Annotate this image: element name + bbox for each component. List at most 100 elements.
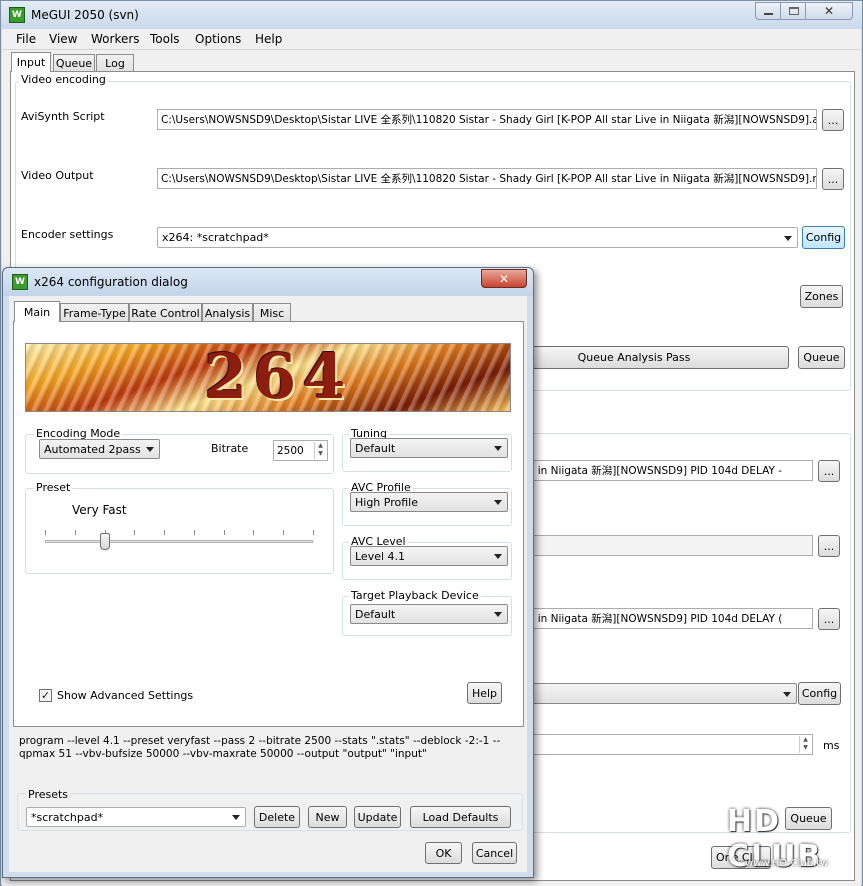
slider-thumb[interactable] — [99, 533, 110, 550]
chevron-down-icon — [494, 612, 502, 617]
maximize-button[interactable] — [780, 2, 806, 20]
slider-ticks — [43, 530, 315, 536]
menu-view[interactable]: View — [49, 32, 77, 46]
target-device-select[interactable]: Default — [350, 604, 508, 624]
menu-workers[interactable]: Workers — [91, 32, 140, 46]
bitrate-value: 2500 — [277, 444, 304, 457]
video-output-label: Video Output — [21, 169, 94, 182]
avisynth-browse-button[interactable]: ... — [822, 109, 844, 131]
avc-level-select[interactable]: Level 4.1 — [350, 546, 508, 566]
tab-log[interactable]: Log — [96, 54, 134, 72]
preset-update-button[interactable]: Update — [354, 806, 401, 828]
encoding-mode-value: Automated 2pass — [44, 442, 141, 456]
chevron-down-icon — [146, 447, 154, 452]
audio-output-browse-button[interactable]: ... — [818, 535, 840, 557]
dialog-close-button[interactable]: ✕ — [481, 269, 527, 288]
video-output-browse-button[interactable]: ... — [822, 168, 844, 190]
cancel-button[interactable]: Cancel — [472, 842, 517, 864]
audio-track2-browse-button[interactable]: ... — [818, 608, 840, 630]
x264-dialog: W x264 configuration dialog ✕ Main Frame… — [2, 267, 534, 878]
menu-help[interactable]: Help — [255, 32, 282, 46]
video-output-input[interactable]: C:\Users\NOWSNSD9\Desktop\Sistar LIVE 全系… — [157, 168, 817, 189]
encoder-config-button[interactable]: Config — [802, 226, 845, 249]
slider-tick — [45, 530, 46, 535]
help-button[interactable]: Help — [467, 682, 502, 704]
video-queue-button[interactable]: Queue — [798, 346, 845, 369]
target-device-title: Target Playback Device — [349, 589, 481, 602]
spin-arrows-icon[interactable]: ▲ ▼ — [314, 442, 326, 459]
preset-value-label: Very Fast — [72, 503, 127, 517]
presets-value: *scratchpad* — [31, 810, 104, 824]
encoder-settings-label: Encoder settings — [21, 228, 114, 241]
chevron-down-icon — [494, 500, 502, 505]
spin-arrows-icon[interactable]: ▲ ▼ — [799, 736, 811, 753]
minimize-button[interactable] — [755, 2, 781, 20]
x264-banner: 264 — [25, 343, 511, 412]
window-title: MeGUI 2050 (svn) — [31, 8, 139, 22]
dialog-tab-analysis[interactable]: Analysis — [202, 303, 253, 322]
preset-new-button[interactable]: New — [308, 806, 347, 828]
presets-select[interactable]: *scratchpad* — [26, 807, 246, 827]
bitrate-input[interactable]: 2500 ▲ ▼ — [273, 440, 328, 461]
tuning-select[interactable]: Default — [350, 438, 508, 458]
banner-text: 264 — [204, 343, 352, 412]
title-bar: W MeGUI 2050 (svn) ✕ — [1, 1, 862, 29]
commandline-text: program --level 4.1 --preset veryfast --… — [19, 735, 501, 760]
encoder-settings-select[interactable]: x264: *scratchpad* — [157, 227, 798, 248]
maximize-icon — [789, 7, 799, 15]
hdclub-watermark-logo: HD CLUB www.HD-Club.tw — [715, 798, 855, 878]
slider-tick — [223, 530, 225, 535]
watermark-url: www.HD-Club.tw — [745, 858, 829, 869]
dialog-tab-rate-control[interactable]: Rate Control — [129, 303, 202, 322]
dialog-title-bar: W x264 configuration dialog ✕ — [3, 268, 533, 296]
avc-level-value: Level 4.1 — [355, 549, 406, 563]
dialog-tab-misc[interactable]: Misc — [253, 303, 291, 322]
target-device-value: Default — [355, 607, 396, 621]
show-advanced-checkbox[interactable]: ✓ — [39, 689, 52, 702]
show-advanced-label[interactable]: Show Advanced Settings — [57, 689, 193, 702]
menu-tools[interactable]: Tools — [150, 32, 180, 46]
chevron-down-icon — [783, 691, 791, 697]
slider-tick — [134, 530, 136, 535]
checkmark-icon: ✓ — [40, 689, 51, 702]
close-icon: ✕ — [823, 4, 835, 18]
preset-title: Preset — [34, 481, 73, 494]
dialog-tab-main[interactable]: Main — [14, 301, 60, 322]
menu-file[interactable]: File — [16, 32, 36, 46]
slider-tick — [164, 530, 166, 535]
menu-options[interactable]: Options — [195, 32, 241, 46]
tab-input[interactable]: Input — [11, 52, 51, 72]
video-encoding-title: Video encoding — [19, 73, 108, 86]
slider-tick — [283, 530, 285, 535]
tuning-value: Default — [355, 441, 396, 455]
zones-button[interactable]: Zones — [800, 285, 843, 308]
app-icon: W — [9, 7, 25, 23]
dialog-icon: W — [12, 274, 28, 290]
bitrate-label: Bitrate — [211, 442, 249, 455]
close-icon: ✕ — [498, 271, 510, 286]
dialog-tab-frame-type[interactable]: Frame-Type — [60, 303, 129, 322]
minimize-icon — [764, 13, 773, 15]
preset-delete-button[interactable]: Delete — [254, 806, 300, 828]
slider-track — [45, 540, 313, 543]
close-window-button[interactable]: ✕ — [805, 2, 853, 20]
ok-button[interactable]: OK — [425, 842, 462, 864]
audio-track1-browse-button[interactable]: ... — [818, 460, 840, 482]
avc-profile-select[interactable]: High Profile — [350, 492, 508, 512]
tab-queue[interactable]: Queue — [53, 54, 95, 72]
avisynth-label: AviSynth Script — [21, 110, 105, 123]
audio-config-button[interactable]: Config — [798, 682, 841, 705]
audio-delay-unit: ms — [823, 739, 840, 752]
preset-slider[interactable] — [43, 530, 315, 554]
presets-title: Presets — [26, 788, 71, 801]
chevron-down-icon — [232, 815, 240, 820]
encoding-mode-select[interactable]: Automated 2pass — [39, 439, 160, 459]
preset-load-defaults-button[interactable]: Load Defaults — [410, 806, 511, 828]
slider-tick — [253, 530, 255, 535]
avisynth-input[interactable]: C:\Users\NOWSNSD9\Desktop\Sistar LIVE 全系… — [157, 109, 817, 130]
dialog-title: x264 configuration dialog — [34, 275, 188, 289]
menu-bar: File View Workers Tools Options Help — [2, 29, 861, 50]
slider-tick — [313, 530, 314, 535]
avc-profile-value: High Profile — [355, 495, 418, 509]
slider-tick — [193, 530, 195, 535]
